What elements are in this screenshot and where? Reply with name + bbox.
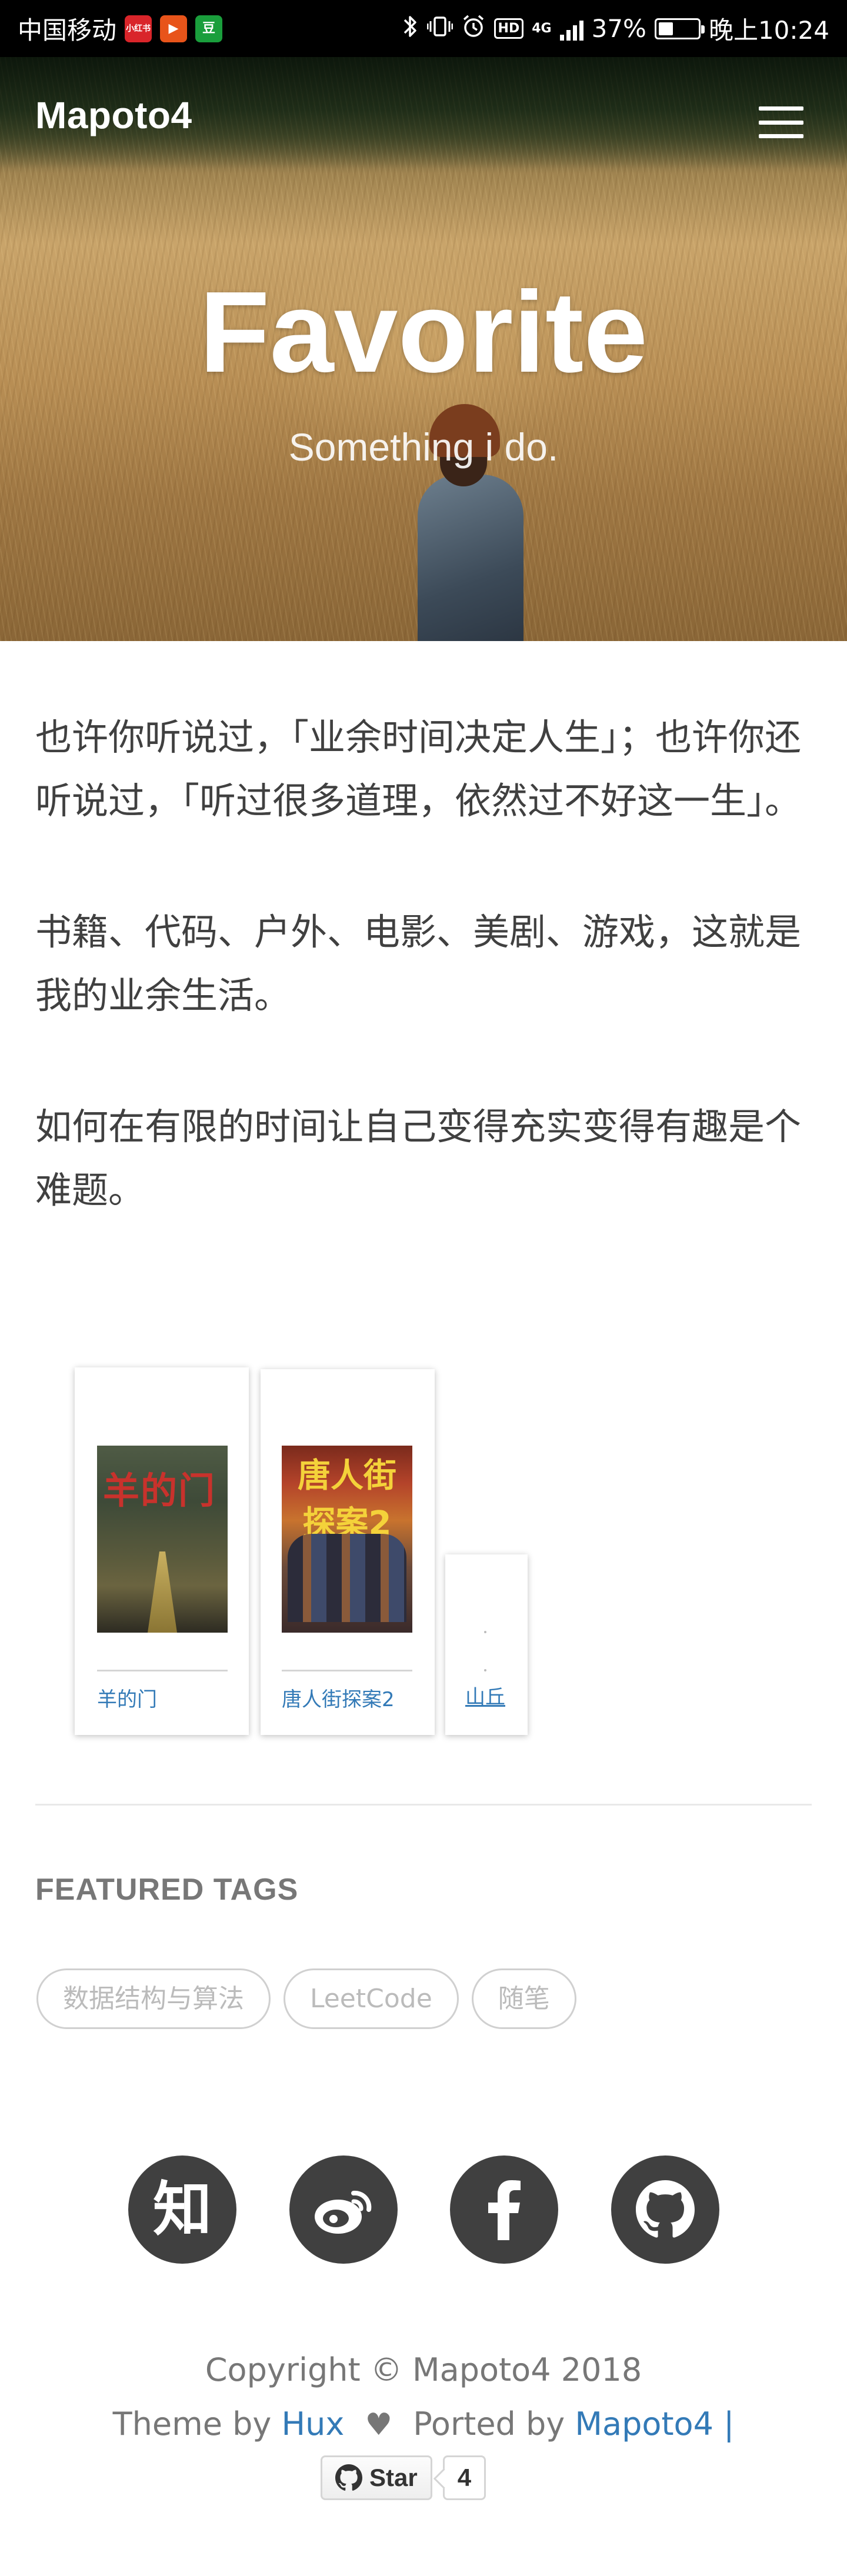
theme-credits: Theme by Hux ♥ Ported by Mapoto4 | [0, 2405, 847, 2442]
github-star-button[interactable]: Star [321, 2455, 432, 2500]
mapoto4-link[interactable]: Mapoto4 [575, 2405, 713, 2442]
weibo-icon [315, 2190, 372, 2234]
hero-header: Mapoto4 Favorite Something i do. [0, 57, 847, 641]
copyright-text: Copyright © Mapoto4 2018 [205, 2351, 642, 2388]
page-subtitle: Something i do. [288, 425, 559, 469]
status-bar: 中国移动 小红书 ▶ 豆 HD 4G 37% 晚上10:24 [0, 0, 847, 57]
douban-app-icon: 豆 [195, 15, 223, 42]
article-paragraph: 书籍、代码、户外、电影、美剧、游戏，这就是我的业余生活。 [35, 910, 802, 1017]
github-link[interactable] [611, 2155, 719, 2264]
battery-icon [654, 18, 705, 39]
tag-link[interactable]: LeetCode [284, 1968, 459, 2029]
star-label: Star [369, 2464, 418, 2491]
favorite-title-link[interactable]: 唐人街探案2 [282, 1683, 395, 1712]
hd-badge: HD [493, 18, 524, 39]
bluetooth-icon [402, 14, 419, 43]
placeholder-dot [484, 1631, 486, 1633]
alarm-icon [461, 14, 486, 43]
featured-tags-heading: FEATURED TAGS [35, 1873, 299, 1907]
ported-by-label: Ported by [413, 2405, 565, 2442]
xiaohongshu-app-icon: 小红书 [125, 15, 152, 42]
cover-title-text: 羊的门 [103, 1469, 216, 1512]
tag-link[interactable]: 随笔 [471, 1968, 576, 2029]
movie-poster-image[interactable]: 唐人街探案2 [282, 1446, 412, 1633]
section-divider [35, 1804, 812, 1806]
github-icon [636, 2180, 695, 2238]
tag-link[interactable]: 数据结构与算法 [36, 1968, 271, 2029]
placeholder-dot [484, 1669, 486, 1671]
article-body: 也许你听说过，「业余时间决定人生」；也许你还听说过，「听过很多道理，依然过不好这… [35, 706, 812, 1290]
favorite-card[interactable]: 山丘 [445, 1554, 528, 1735]
weibo-link[interactable] [289, 2155, 398, 2264]
carrier-label: 中国移动 [18, 16, 117, 45]
network-type-label: 4G [532, 21, 552, 36]
hamburger-menu-icon[interactable] [759, 106, 803, 138]
featured-tags-list: 数据结构与算法 LeetCode 随笔 [36, 1968, 576, 2029]
zhihu-icon: 知 [153, 2175, 212, 2244]
brand-link[interactable]: Mapoto4 [35, 94, 192, 137]
facebook-link[interactable] [450, 2155, 558, 2264]
signal-strength-icon [559, 17, 583, 41]
hux-link[interactable]: Hux [282, 2405, 345, 2442]
article-paragraph: 如何在有限的时间让自己变得充实变得有趣是个难题。 [35, 1105, 802, 1212]
battery-fill [658, 22, 673, 35]
favorite-title-link[interactable]: 羊的门 [97, 1683, 157, 1712]
book-cover-image[interactable]: 羊的门 [97, 1446, 228, 1633]
battery-percent: 37% [591, 14, 646, 43]
video-app-icon: ▶ [160, 15, 188, 42]
github-star-widget: Star 4 [321, 2455, 486, 2500]
heart-icon: ♥ [365, 2407, 393, 2442]
favorite-card[interactable]: 羊的门 羊的门 [75, 1367, 249, 1735]
clock: 晚上10:24 [708, 16, 829, 45]
zhihu-link[interactable]: 知 [128, 2155, 236, 2264]
article-paragraph: 也许你听说过，「业余时间决定人生」；也许你还听说过，「听过很多道理，依然过不好这… [35, 716, 802, 822]
favorite-title-link[interactable]: 山丘 [465, 1681, 505, 1710]
github-icon [335, 2464, 362, 2491]
favorite-card[interactable]: 唐人街探案2 唐人街探案2 [261, 1369, 435, 1735]
vibrate-icon [426, 14, 453, 43]
stargazers-count[interactable]: 4 [442, 2455, 486, 2500]
credits-separator: | [723, 2405, 735, 2442]
facebook-icon [488, 2180, 521, 2240]
poster-title-text: 唐人街探案2 [298, 1457, 396, 1543]
page-title: Favorite [199, 268, 648, 396]
favorites-cards: 羊的门 羊的门 唐人街探案2 唐人街探案2 山丘 [75, 1367, 545, 1738]
theme-by-label: Theme by [112, 2405, 272, 2442]
